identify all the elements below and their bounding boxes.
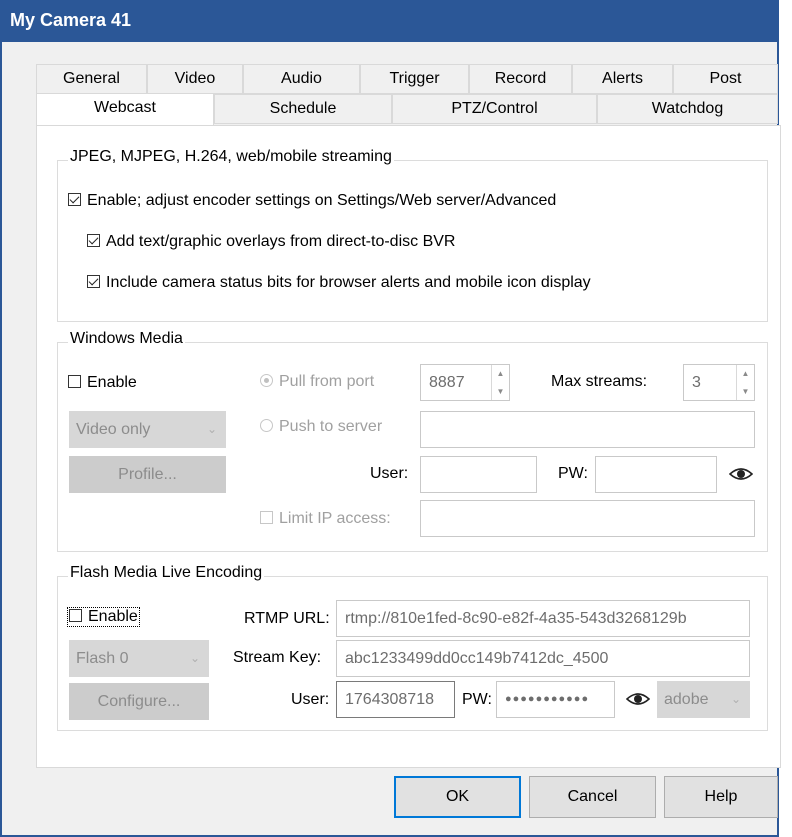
rtmp-url-input[interactable]: rtmp://810e1fed-8c90-e82f-4a35-543d32681…	[336, 600, 750, 637]
checkbox-box	[68, 193, 81, 206]
wm-user-input[interactable]	[420, 456, 537, 493]
stream-key-label: Stream Key:	[233, 649, 322, 666]
enable-streaming-label: Enable; adjust encoder settings on Setti…	[87, 192, 557, 209]
pull-from-port-label: Pull from port	[279, 373, 375, 390]
pull-from-port-radio[interactable]: Pull from port	[260, 373, 374, 391]
configure-button[interactable]: Configure...	[69, 683, 209, 720]
radio-dot	[260, 419, 273, 432]
tab-audio[interactable]: Audio	[243, 64, 360, 94]
wm-mode-select[interactable]: Video only ⌄	[69, 411, 226, 448]
checkbox-box	[69, 609, 82, 622]
tab-watchdog[interactable]: Watchdog	[597, 94, 778, 124]
limit-ip-input[interactable]	[420, 500, 755, 537]
push-to-server-radio[interactable]: Push to server	[260, 418, 382, 436]
checkbox-box	[260, 511, 273, 524]
chevron-down-icon: ⌄	[189, 651, 200, 665]
dialog-window: My Camera 41 General Video Audio Trigger…	[0, 0, 781, 837]
push-to-server-label: Push to server	[279, 418, 383, 435]
flash-enable-checkbox[interactable]: Enable	[67, 607, 140, 627]
max-streams-value: 3	[692, 374, 701, 391]
max-streams-stepper[interactable]: 3 ▲ ▼	[683, 364, 755, 401]
tab-schedule[interactable]: Schedule	[214, 94, 392, 124]
tab-ptz-control[interactable]: PTZ/Control	[392, 94, 597, 124]
jpeg-group-title: JPEG, MJPEG, H.264, web/mobile streaming	[68, 148, 394, 166]
spin-up-icon[interactable]: ▲	[492, 365, 509, 383]
spin-down-icon[interactable]: ▼	[492, 383, 509, 401]
flash-pw-label: PW:	[462, 691, 492, 708]
tab-webcast[interactable]: Webcast	[36, 93, 214, 125]
port-value: 8887	[429, 374, 465, 391]
server-input[interactable]	[420, 411, 755, 448]
checkbox-box	[68, 375, 81, 388]
wm-pw-label: PW:	[558, 465, 588, 482]
wm-pw-input[interactable]	[595, 456, 717, 493]
flash-source-select[interactable]: Flash 0 ⌄	[69, 640, 209, 677]
windows-media-group-title: Windows Media	[68, 330, 185, 348]
overlays-label: Add text/graphic overlays from direct-to…	[106, 233, 456, 250]
radio-dot	[260, 374, 273, 387]
flash-group-title: Flash Media Live Encoding	[68, 564, 265, 582]
wm-enable-checkbox[interactable]: Enable	[68, 374, 137, 392]
port-spin-buttons[interactable]: ▲ ▼	[491, 365, 509, 400]
spin-up-icon[interactable]: ▲	[737, 365, 754, 383]
max-streams-label: Max streams:	[551, 373, 648, 390]
stream-key-input[interactable]: abc1233499dd0cc149b7412dc_4500	[336, 640, 750, 677]
limit-ip-label: Limit IP access:	[279, 510, 391, 527]
port-stepper[interactable]: 8887 ▲ ▼	[420, 364, 510, 401]
flash-user-label: User:	[291, 691, 330, 708]
profile-button[interactable]: Profile...	[69, 456, 226, 493]
wm-mode-value: Video only	[76, 421, 151, 438]
title-bar: My Camera 41	[2, 0, 777, 42]
chevron-down-icon: ⌄	[206, 422, 217, 436]
tab-trigger[interactable]: Trigger	[360, 64, 469, 94]
flash-auth-value: adobe	[664, 691, 709, 708]
tab-alerts[interactable]: Alerts	[572, 64, 673, 94]
flash-pw-input[interactable]: ●●●●●●●●●●●	[496, 681, 615, 718]
flash-enable-label: Enable	[88, 608, 138, 625]
status-bits-label: Include camera status bits for browser a…	[106, 274, 591, 291]
ok-button[interactable]: OK	[394, 776, 521, 818]
rtmp-url-label: RTMP URL:	[244, 610, 330, 627]
limit-ip-checkbox[interactable]: Limit IP access:	[260, 510, 391, 528]
tab-post[interactable]: Post	[673, 64, 778, 94]
tab-video[interactable]: Video	[147, 64, 243, 94]
tab-record[interactable]: Record	[469, 64, 572, 94]
enable-streaming-checkbox[interactable]: Enable; adjust encoder settings on Setti…	[68, 192, 556, 210]
spin-down-icon[interactable]: ▼	[737, 383, 754, 401]
flash-auth-select[interactable]: adobe ⌄	[657, 681, 750, 718]
show-password-eye-icon[interactable]	[626, 690, 650, 708]
overlays-checkbox[interactable]: Add text/graphic overlays from direct-to…	[87, 233, 455, 251]
tab-general[interactable]: General	[36, 64, 147, 94]
flash-user-input[interactable]: 1764308718	[336, 681, 455, 718]
help-button[interactable]: Help	[664, 776, 778, 818]
wm-enable-label: Enable	[87, 374, 137, 391]
max-streams-spin-buttons[interactable]: ▲ ▼	[736, 365, 754, 400]
checkbox-box	[87, 275, 100, 288]
show-password-eye-icon[interactable]	[729, 465, 753, 483]
chevron-down-icon: ⌄	[730, 692, 741, 706]
cancel-button[interactable]: Cancel	[529, 776, 656, 818]
status-bits-checkbox[interactable]: Include camera status bits for browser a…	[87, 274, 591, 292]
window-title: My Camera 41	[10, 10, 132, 30]
checkbox-box	[87, 234, 100, 247]
flash-source-value: Flash 0	[76, 650, 129, 667]
wm-user-label: User:	[370, 465, 409, 482]
